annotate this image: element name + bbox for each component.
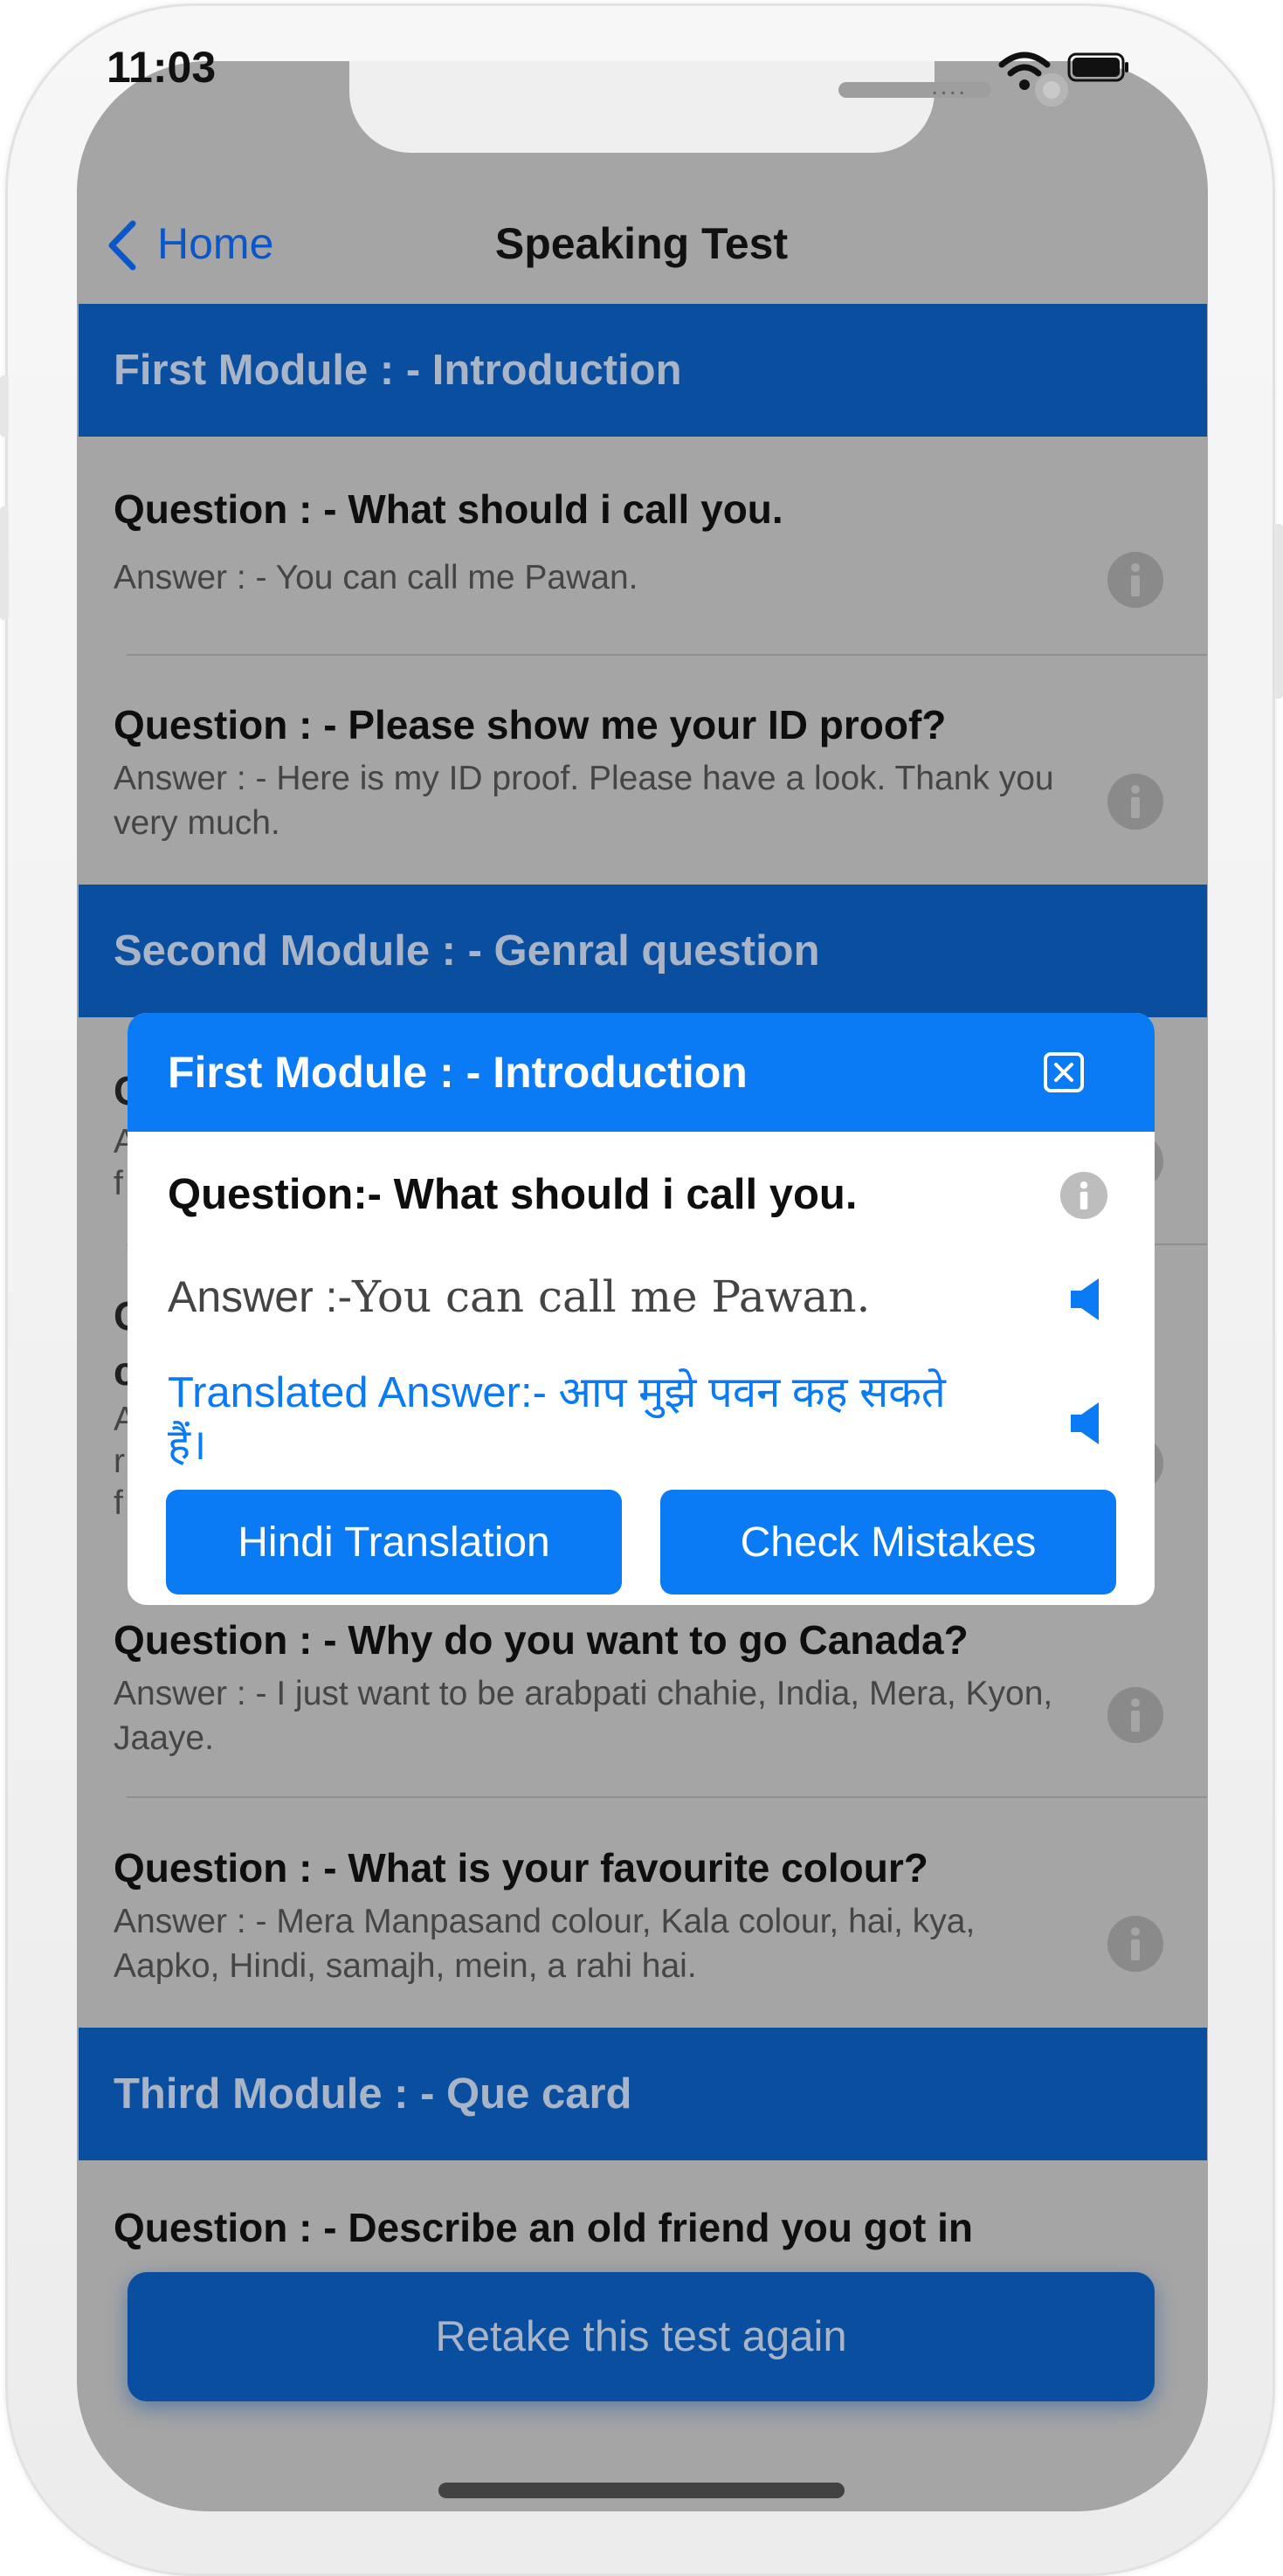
- dialog-title: First Module : - Introduction: [168, 1048, 748, 1097]
- battery-icon: [1067, 52, 1128, 82]
- answer-text: You can call me Pawan.: [352, 1271, 871, 1322]
- phone-side-button: [1274, 524, 1283, 699]
- section-header: First Module : - Introduction: [79, 304, 1207, 437]
- question-text: Question : - What is your favourite colo…: [114, 1845, 928, 1891]
- translated-answer: Translated Answer:- आप मुझे पवन कह सकते …: [168, 1369, 946, 1469]
- question-text: Question : - What should i call you.: [114, 486, 783, 532]
- info-icon[interactable]: [1107, 1687, 1163, 1743]
- answer-text: Answer : - I just want to be arabpati ch…: [114, 1675, 1053, 1757]
- obscured-answer: f: [114, 1165, 123, 1202]
- status-time: 11:03: [107, 43, 217, 92]
- answer-label: Answer :-: [168, 1272, 353, 1321]
- section-header: Second Module : - Genral question: [79, 885, 1207, 1017]
- section-header: Third Module : - Que card: [79, 2028, 1207, 2160]
- signal-dots: ....: [931, 72, 968, 100]
- section-title: Third Module : - Que card: [114, 2070, 632, 2118]
- obscured-answer: r: [114, 1443, 125, 1480]
- dialog-question: Question:- What should i call you.: [168, 1171, 858, 1218]
- info-icon[interactable]: [1060, 1172, 1107, 1219]
- hindi-translation-button[interactable]: Hindi Translation: [166, 1490, 622, 1595]
- phone-side-button: [0, 375, 9, 437]
- answer-text: Answer : - Mera Manpasand colour, Kala c…: [114, 1903, 976, 1985]
- close-icon[interactable]: [1043, 1051, 1085, 1093]
- question-text: Question : - Please show me your ID proo…: [114, 702, 947, 747]
- earpiece: [838, 82, 991, 98]
- row-divider: [127, 1796, 1207, 1798]
- check-mistakes-button[interactable]: Check Mistakes: [660, 1490, 1116, 1595]
- info-icon[interactable]: [1107, 552, 1163, 608]
- speaker-icon[interactable]: [1069, 1401, 1107, 1446]
- obscured-answer: f: [114, 1484, 123, 1522]
- section-title: Second Module : - Genral question: [114, 927, 820, 975]
- row-divider: [127, 654, 1207, 656]
- answer-dialog: First Module : - Introduction Question:-…: [128, 1013, 1155, 1605]
- speaker-icon[interactable]: [1069, 1277, 1107, 1322]
- answer-text: Answer : - You can call me Pawan.: [114, 559, 638, 596]
- wifi-icon: [998, 52, 1051, 90]
- notch: [349, 61, 1068, 153]
- answer-text: Answer : - Here is my ID proof. Please h…: [114, 760, 1054, 842]
- info-icon[interactable]: [1107, 1916, 1163, 1972]
- page-title: Speaking Test: [494, 219, 789, 268]
- dialog-answer: Answer :-You can call me Pawan.: [168, 1271, 870, 1322]
- info-icon[interactable]: [1107, 774, 1163, 830]
- question-text: Question : - Describe an old friend you …: [114, 2205, 973, 2250]
- question-text: Question : - Why do you want to go Canad…: [114, 1617, 969, 1663]
- retake-test-button[interactable]: Retake this test again: [128, 2272, 1155, 2401]
- section-title: First Module : - Introduction: [114, 347, 682, 394]
- home-indicator[interactable]: [438, 2483, 845, 2498]
- phone-side-button: [0, 506, 9, 620]
- dialog-header: First Module : - Introduction: [128, 1013, 1155, 1132]
